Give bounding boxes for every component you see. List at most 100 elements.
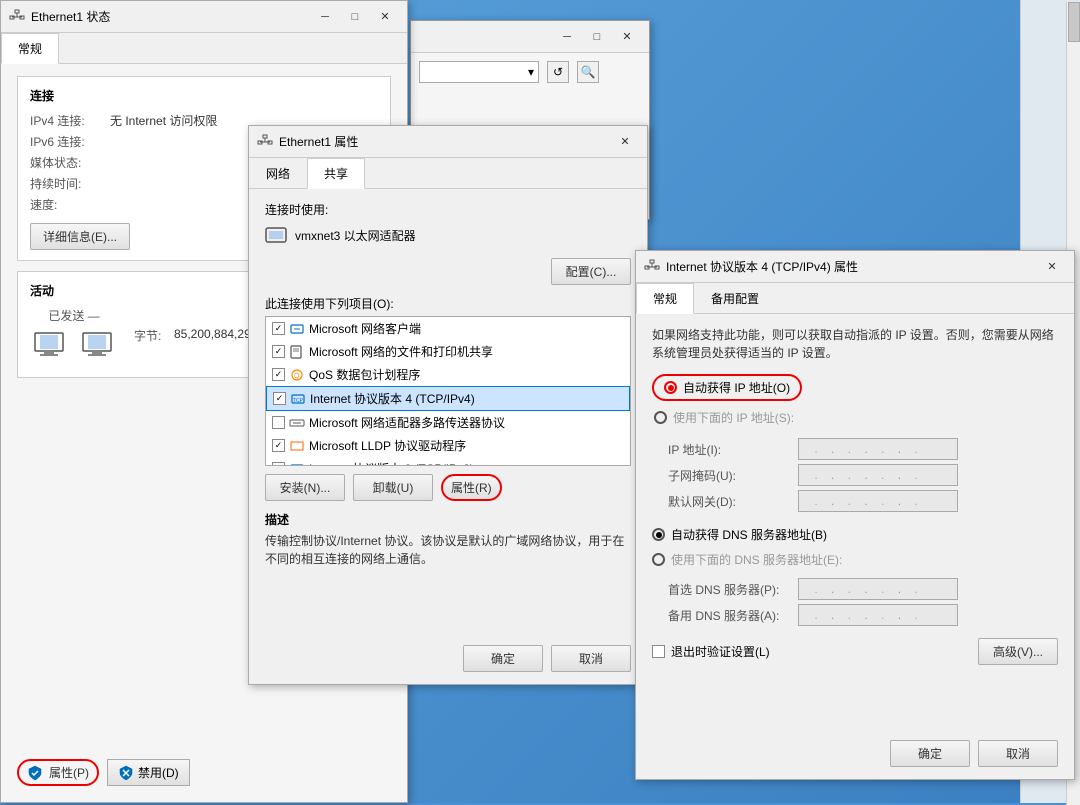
list-item-5[interactable]: ✓ Microsoft LLDP 协议驱动程序: [266, 434, 630, 457]
item-label-2: QoS 数据包计划程序: [309, 366, 420, 383]
subnet-label: 子网掩码(U):: [668, 467, 798, 484]
auto-ip-radio[interactable]: [664, 381, 677, 394]
bytes-label: 字节:: [134, 327, 174, 344]
uninstall-button[interactable]: 卸载(U): [353, 474, 433, 501]
pdns-seg-2: .: [836, 582, 862, 596]
eth-props-cancel-button[interactable]: 取消: [551, 645, 631, 672]
shield-x-icon: [118, 765, 134, 781]
spacer2: [652, 630, 1058, 638]
sent-label: 已发送 —: [48, 307, 99, 324]
tcp-props-close-button[interactable]: ✕: [1038, 257, 1066, 277]
properties-btn-highlight[interactable]: 属性(R): [441, 474, 502, 501]
tcp-props-window: Internet 协议版本 4 (TCP/IPv4) 属性 ✕ 常规 备用配置 …: [635, 250, 1075, 780]
static-dns-label[interactable]: 使用下面的 DNS 服务器地址(E):: [671, 551, 842, 568]
adapter-name: vmxnet3 以太网适配器: [295, 227, 416, 244]
description-label: 描述: [265, 511, 631, 528]
dns-fields: 首选 DNS 服务器(P): . . . . . . . 备用 DNS 服务器(…: [668, 578, 1058, 626]
eth-props-icon: [257, 134, 273, 150]
tcp-cancel-button[interactable]: 取消: [978, 740, 1058, 767]
bg-dropdown[interactable]: ▾: [419, 61, 539, 83]
bg-maximize-button[interactable]: □: [583, 27, 611, 47]
checkbox-6[interactable]: ✓: [272, 462, 285, 466]
item-icon-1: [289, 344, 305, 360]
bg-content: ▾ ↺ 🔍: [411, 53, 649, 99]
spacer: [652, 516, 1058, 526]
item-icon-3: TCP: [290, 391, 306, 407]
eth-props-bottom-btns: 确定 取消: [463, 645, 631, 672]
list-item-6[interactable]: ✓ IPv6 Internet 协议版本 6 (TCP/IPv6): [266, 457, 630, 466]
item-label-3: Internet 协议版本 4 (TCP/IPv4): [310, 390, 475, 407]
static-ip-label[interactable]: 使用下面的 IP 地址(S):: [673, 409, 794, 426]
tab-general[interactable]: 常规: [1, 33, 59, 64]
alternate-dns-label: 备用 DNS 服务器(A):: [668, 607, 798, 624]
list-item-0[interactable]: ✓ Microsoft 网络客户端: [266, 317, 630, 340]
tab-network[interactable]: 网络: [249, 158, 307, 189]
tcp-ok-button[interactable]: 确定: [890, 740, 970, 767]
tcp-props-bottom-btns: 确定 取消: [890, 740, 1058, 767]
checkbox-3[interactable]: ✓: [273, 392, 286, 405]
validate-checkbox[interactable]: [652, 645, 665, 658]
bg-close-button[interactable]: ✕: [613, 27, 641, 47]
pdns-seg-1: .: [803, 582, 829, 596]
network-icon: [9, 9, 25, 25]
eth-props-ok-button[interactable]: 确定: [463, 645, 543, 672]
list-item-3[interactable]: ✓ TCP Internet 协议版本 4 (TCP/IPv4): [266, 386, 630, 411]
eth-props-close-button[interactable]: ✕: [611, 132, 639, 152]
validate-label[interactable]: 退出时验证设置(L): [671, 643, 770, 660]
auto-ip-label[interactable]: 自动获得 IP 地址(O): [683, 379, 790, 396]
static-ip-radio[interactable]: [654, 411, 667, 424]
config-button[interactable]: 配置(C)...: [551, 258, 631, 285]
adns-seg-3: .: [870, 608, 896, 622]
install-button[interactable]: 安装(N)...: [265, 474, 345, 501]
components-list[interactable]: ✓ Microsoft 网络客户端 ✓ Microsoft 网络的文件和打印机共…: [265, 316, 631, 466]
item-label-6: Internet 协议版本 6 (TCP/IPv6): [309, 460, 474, 466]
close-button[interactable]: ✕: [371, 7, 399, 27]
list-item-4[interactable]: Microsoft 网络适配器多路传送器协议: [266, 411, 630, 434]
checkbox-5[interactable]: ✓: [272, 439, 285, 452]
properties-button[interactable]: 属性(P): [49, 764, 89, 781]
bytes-row: 字节: 85,200,884,291: [134, 327, 257, 348]
list-item-2[interactable]: ✓ Q QoS 数据包计划程序: [266, 363, 630, 386]
adns-seg-4: .: [903, 608, 929, 622]
tcp-tab-alternate[interactable]: 备用配置: [694, 283, 776, 314]
adapter-icon: [265, 224, 287, 246]
checkbox-1[interactable]: ✓: [272, 345, 285, 358]
checkbox-4[interactable]: [272, 416, 285, 429]
advanced-button[interactable]: 高级(V)...: [978, 638, 1058, 665]
eth-props-title-left: Ethernet1 属性: [257, 133, 358, 150]
connection-header: 连接: [30, 87, 378, 104]
tab-sharing[interactable]: 共享: [307, 158, 365, 189]
tcp-content: 如果网络支持此功能，则可以获取自动指派的 IP 设置。否则，您需要从网络系统管理…: [636, 314, 1074, 677]
tcp-tab-general[interactable]: 常规: [636, 283, 694, 314]
adns-seg-2: .: [836, 608, 862, 622]
bg-minimize-button[interactable]: ─: [553, 27, 581, 47]
props-r-button[interactable]: 属性(R): [451, 479, 492, 496]
item-icon-5: [289, 438, 305, 454]
props-btn-container: 属性(P): [17, 759, 99, 786]
ip-address-label: IP 地址(I):: [668, 441, 798, 458]
minimize-button[interactable]: ─: [311, 7, 339, 27]
disable-btn-container[interactable]: 禁用(D): [107, 759, 190, 786]
eth-props-title: Ethernet1 属性: [279, 133, 358, 150]
computer-icon-2: [78, 328, 118, 363]
maximize-button[interactable]: □: [341, 7, 369, 27]
search-button[interactable]: 🔍: [577, 61, 599, 83]
tcp-props-title: Internet 协议版本 4 (TCP/IPv4) 属性: [666, 258, 858, 275]
checkbox-0[interactable]: ✓: [272, 322, 285, 335]
details-button[interactable]: 详细信息(E)...: [30, 223, 130, 250]
ip-seg-2: .: [836, 442, 862, 456]
list-item-1[interactable]: ✓ Microsoft 网络的文件和打印机共享: [266, 340, 630, 363]
description-text: 传输控制协议/Internet 协议。该协议是默认的广域网络协议，用于在不同的相…: [265, 532, 631, 568]
auto-dns-label[interactable]: 自动获得 DNS 服务器地址(B): [671, 526, 827, 543]
validate-row: 退出时验证设置(L) 高级(V)...: [652, 638, 1058, 665]
static-dns-radio[interactable]: [652, 553, 665, 566]
sent-indicator: 已发送 —: [30, 307, 118, 367]
sub-seg-3: .: [870, 468, 896, 482]
description-section: 描述 传输控制协议/Internet 协议。该协议是默认的广域网络协议，用于在不…: [265, 511, 631, 568]
refresh-button[interactable]: ↺: [547, 61, 569, 83]
gw-seg-4: .: [903, 494, 929, 508]
checkbox-2[interactable]: ✓: [272, 368, 285, 381]
static-ip-row: 使用下面的 IP 地址(S):: [654, 409, 1058, 426]
auto-dns-radio[interactable]: [652, 528, 665, 541]
alternate-dns-input: . . . . . . .: [798, 604, 958, 626]
